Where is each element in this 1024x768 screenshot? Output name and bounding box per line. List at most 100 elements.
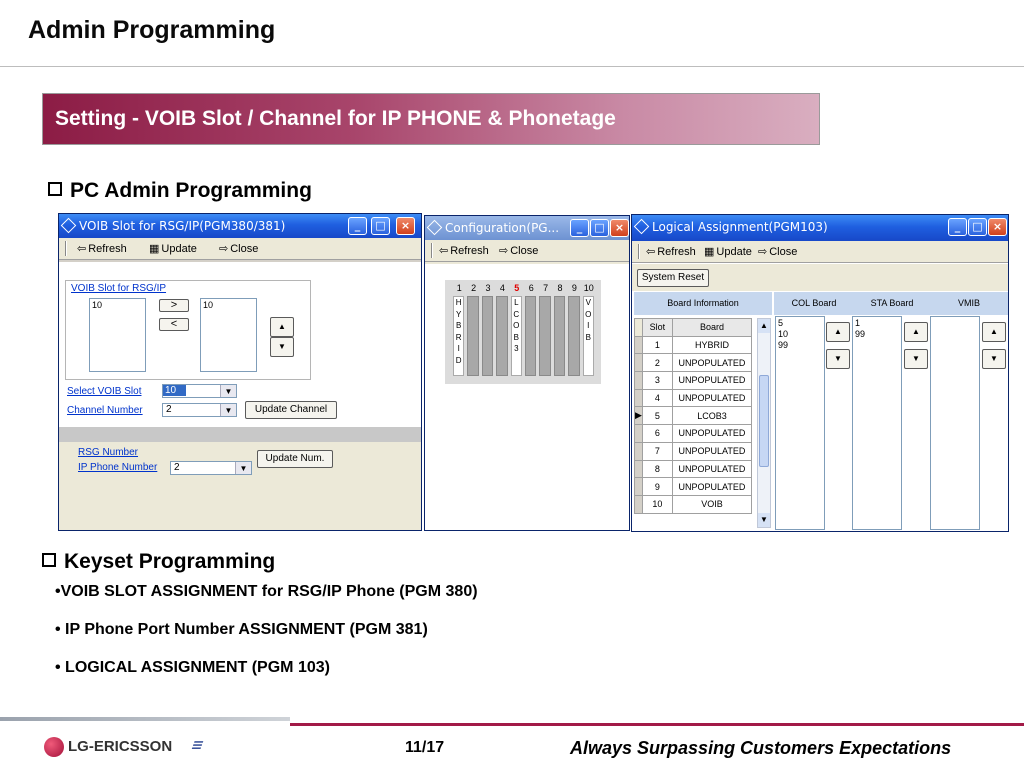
slot-cell[interactable]: 9 xyxy=(641,477,673,496)
update-button[interactable]: ▦ Update xyxy=(704,245,752,258)
board-cell[interactable]: UNPOPULATED xyxy=(671,477,753,496)
table-row[interactable]: 10 VOIB xyxy=(634,494,753,514)
board-cell[interactable]: UNPOPULATED xyxy=(671,371,753,390)
slot-cell[interactable]: 7 xyxy=(641,441,673,461)
keyset-heading: Keyset Programming xyxy=(42,550,275,574)
table-row[interactable]: 9 UNPOPULATED xyxy=(634,477,753,496)
slot-cell[interactable]: 3 xyxy=(641,371,673,390)
board-cell[interactable]: LCOB3 xyxy=(671,406,753,426)
channel-number-combo[interactable]: 2 ▼ xyxy=(162,403,237,417)
col-board-list[interactable]: 5 10 99 xyxy=(775,316,825,530)
refresh-button[interactable]: ⇦ Refresh xyxy=(646,245,696,258)
move-up-button[interactable]: ▲ xyxy=(270,317,294,337)
slot-cell[interactable]: 5 xyxy=(641,406,673,426)
slot-cell[interactable]: 1 xyxy=(641,335,673,355)
maximize-button[interactable]: □ xyxy=(968,218,987,236)
table-row[interactable]: 3 UNPOPULATED xyxy=(634,371,753,390)
close-window-button[interactable]: × xyxy=(610,219,629,237)
slot-cell[interactable]: 8 xyxy=(641,459,673,479)
sta-board-list[interactable]: 1 99 xyxy=(852,316,902,530)
column-header-slot[interactable]: Slot xyxy=(641,318,673,337)
slot-cell[interactable]: 4 xyxy=(641,388,673,408)
table-row[interactable]: 2 UNPOPULATED xyxy=(634,353,753,373)
table-row[interactable]: 4 UNPOPULATED xyxy=(634,388,753,408)
board-cell[interactable]: UNPOPULATED xyxy=(671,424,753,443)
move-down-button[interactable]: ▼ xyxy=(270,337,294,357)
remove-slot-button[interactable]: < xyxy=(159,318,189,331)
board-cell[interactable]: UNPOPULATED xyxy=(671,459,753,479)
title-divider xyxy=(0,66,1024,67)
table-scrollbar[interactable]: ▲ ▼ xyxy=(757,318,771,528)
board-cell[interactable]: UNPOPULATED xyxy=(671,441,753,461)
board-cell[interactable]: UNPOPULATED xyxy=(671,353,753,373)
board-cell[interactable]: HYBRID xyxy=(671,335,753,355)
table-row[interactable]: ▶ 5 LCOB3 xyxy=(634,406,753,426)
available-slot-list[interactable]: 10 xyxy=(89,298,146,372)
add-slot-button[interactable]: > xyxy=(159,299,189,312)
slot-card-1[interactable]: HYBRID xyxy=(453,296,465,376)
scroll-up-icon[interactable]: ▲ xyxy=(758,319,770,333)
sta-down-button[interactable]: ▼ xyxy=(904,349,928,369)
slot-card-8[interactable] xyxy=(553,296,566,376)
col-down-button[interactable]: ▼ xyxy=(826,349,850,369)
vmib-down-button[interactable]: ▼ xyxy=(982,349,1006,369)
close-button[interactable]: ⇨ Close xyxy=(219,242,258,255)
slot-card-6[interactable] xyxy=(525,296,537,376)
system-reset-button[interactable]: System Reset xyxy=(637,269,709,287)
slot-cell[interactable]: 10 xyxy=(641,494,673,514)
maximize-button[interactable]: □ xyxy=(371,217,390,235)
close-button[interactable]: ⇨ Close xyxy=(499,244,538,257)
minimize-button[interactable]: _ xyxy=(948,218,967,236)
refresh-button[interactable]: ⇦ Refresh xyxy=(439,244,489,257)
slot-card-5[interactable]: LCOB 3 xyxy=(510,296,522,376)
list-item[interactable]: 10 xyxy=(203,300,254,311)
board-cell[interactable]: UNPOPULATED xyxy=(671,388,753,408)
col-up-button[interactable]: ▲ xyxy=(826,322,850,342)
update-num-button[interactable]: Update Num. xyxy=(257,450,333,468)
update-button[interactable]: ▦ Update xyxy=(149,242,197,255)
close-icon: ⇨ xyxy=(219,243,229,255)
table-row[interactable]: 1 HYBRID xyxy=(634,335,753,355)
slot-card-2[interactable] xyxy=(467,296,479,376)
title-bar[interactable]: VOIB Slot for RSG/IP(PGM380/381) _ □ × xyxy=(59,214,421,238)
close-window-button[interactable]: × xyxy=(396,217,415,235)
scroll-down-icon[interactable]: ▼ xyxy=(758,513,770,527)
slot-card-7[interactable] xyxy=(539,296,551,376)
table-row[interactable]: 7 UNPOPULATED xyxy=(634,441,753,461)
assigned-slot-list[interactable]: 10 xyxy=(200,298,257,372)
list-item[interactable]: 99 xyxy=(778,340,822,351)
scroll-thumb[interactable] xyxy=(759,375,769,467)
title-bar[interactable]: Configuration(PG... _ □ × xyxy=(425,216,629,240)
list-item[interactable]: 1 xyxy=(855,318,899,329)
select-slot-combo[interactable]: 10 ▼ xyxy=(162,384,237,398)
slot-cell[interactable]: 6 xyxy=(641,424,673,443)
close-button[interactable]: ⇨ Close xyxy=(758,245,797,258)
slot-card-9[interactable] xyxy=(568,296,580,376)
slot-card-3[interactable] xyxy=(481,296,494,376)
slot-label-letter: Y xyxy=(456,309,462,319)
minimize-button[interactable]: _ xyxy=(348,217,367,235)
list-item[interactable]: 99 xyxy=(855,329,899,340)
board-cell[interactable]: VOIB xyxy=(671,494,753,514)
slot-cell[interactable]: 2 xyxy=(641,353,673,373)
column-header-board[interactable]: Board xyxy=(671,318,753,337)
ip-phone-number-combo[interactable]: 2 ▼ xyxy=(170,461,252,475)
board-table[interactable]: Slot Board 1 HYBRID 2 UNPOPULATED 3 UNPOPULAT… xyxy=(634,318,753,514)
table-row[interactable]: 8 UNPOPULATED xyxy=(634,459,753,479)
list-item[interactable]: 10 xyxy=(778,329,822,340)
list-item[interactable]: 5 xyxy=(778,318,822,329)
title-bar[interactable]: Logical Assignment(PGM103) _ □ × xyxy=(632,215,1008,241)
slot-card-4[interactable] xyxy=(496,296,508,376)
table-row[interactable]: 6 UNPOPULATED xyxy=(634,424,753,443)
sta-up-button[interactable]: ▲ xyxy=(904,322,928,342)
vmib-up-button[interactable]: ▲ xyxy=(982,322,1006,342)
refresh-button[interactable]: ⇦ Refresh xyxy=(77,242,127,255)
list-item[interactable]: 10 xyxy=(92,300,143,311)
update-channel-button[interactable]: Update Channel xyxy=(245,401,337,419)
maximize-button[interactable]: □ xyxy=(590,219,609,237)
slot-card-10[interactable]: VOIB xyxy=(582,296,594,376)
close-window-button[interactable]: × xyxy=(988,218,1007,236)
minimize-button[interactable]: _ xyxy=(570,219,589,237)
vmib-list[interactable] xyxy=(930,316,980,530)
row-marker xyxy=(634,353,643,373)
